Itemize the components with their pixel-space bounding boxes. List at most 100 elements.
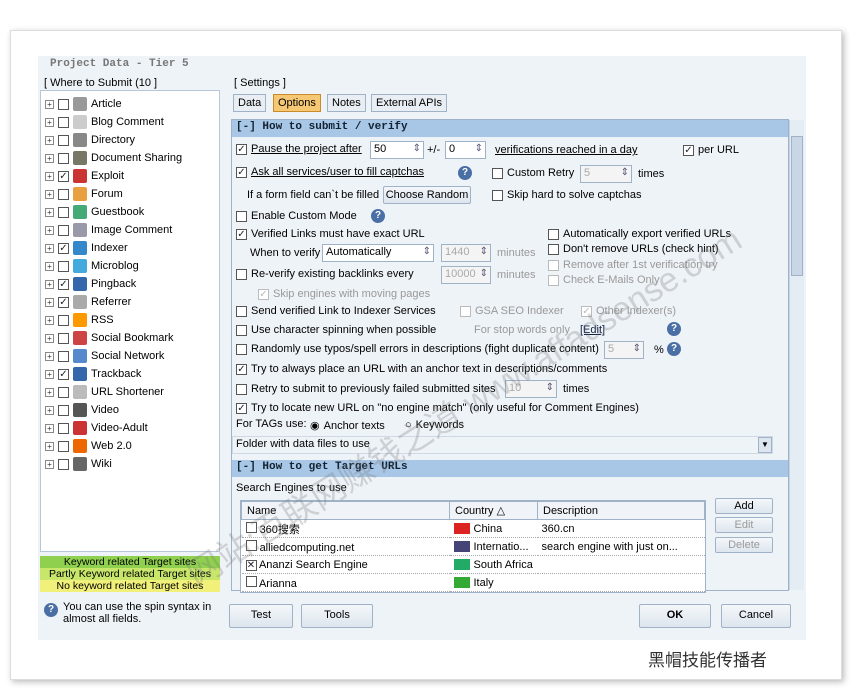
- where-to-submit-tree[interactable]: + Article + Blog Comment + Directory + Document…: [40, 90, 220, 552]
- tree-item[interactable]: + Web 2.0: [45, 437, 132, 455]
- item-checkbox[interactable]: [58, 206, 69, 218]
- add-button[interactable]: Add: [715, 498, 773, 514]
- typos-checkbox[interactable]: [236, 343, 247, 355]
- folder-dropdown-button[interactable]: ▼: [758, 437, 772, 453]
- verifications-link[interactable]: verifications reached in a day: [495, 144, 637, 156]
- table-row[interactable]: Arianna Italy: [241, 573, 705, 592]
- expand-icon[interactable]: +: [45, 207, 54, 217]
- test-button[interactable]: Test: [229, 604, 293, 628]
- tree-item[interactable]: + Document Sharing: [45, 149, 182, 167]
- help-icon[interactable]: ?: [371, 209, 385, 223]
- tree-item[interactable]: + ✓ Pingback: [45, 275, 136, 293]
- tree-item[interactable]: + URL Shortener: [45, 383, 164, 401]
- remove-after-checkbox[interactable]: [548, 259, 559, 271]
- delete-button[interactable]: Delete: [715, 537, 773, 553]
- reverify-minutes-spinner[interactable]: 10000: [441, 266, 491, 284]
- tree-item[interactable]: + Video: [45, 401, 119, 419]
- expand-icon[interactable]: +: [45, 261, 54, 271]
- tree-item[interactable]: + ✓ Referrer: [45, 293, 131, 311]
- reverify-checkbox[interactable]: [236, 268, 247, 280]
- expand-icon[interactable]: +: [45, 279, 54, 289]
- when-verify-select[interactable]: Automatically: [322, 244, 434, 262]
- help-icon[interactable]: ?: [667, 342, 681, 356]
- anchor-texts-radio[interactable]: ◉: [310, 419, 320, 432]
- item-checkbox[interactable]: [58, 152, 69, 164]
- tools-button[interactable]: Tools: [301, 604, 373, 628]
- item-checkbox[interactable]: ✓: [58, 170, 69, 182]
- expand-icon[interactable]: +: [45, 315, 54, 325]
- choose-random-button[interactable]: Choose Random: [383, 186, 471, 204]
- item-checkbox[interactable]: [58, 332, 69, 344]
- tree-item[interactable]: + ✓ Trackback: [45, 365, 141, 383]
- row-checkbox[interactable]: ✕: [245, 559, 257, 571]
- tree-item[interactable]: + Guestbook: [45, 203, 144, 221]
- expand-icon[interactable]: +: [45, 171, 54, 181]
- item-checkbox[interactable]: [58, 116, 69, 128]
- expand-icon[interactable]: +: [45, 117, 54, 127]
- custom-retry-checkbox[interactable]: [492, 167, 503, 179]
- section-target-header[interactable]: [-] How to get Target URLs: [232, 460, 788, 477]
- item-checkbox[interactable]: [58, 440, 69, 452]
- row-checkbox[interactable]: [245, 539, 257, 551]
- verify-minutes-spinner[interactable]: 1440: [441, 244, 491, 262]
- anchor-url-checkbox[interactable]: ✓: [236, 363, 247, 375]
- column-description[interactable]: Description: [537, 501, 705, 520]
- custom-retry-spinner[interactable]: 5: [580, 165, 632, 183]
- expand-icon[interactable]: +: [45, 243, 54, 253]
- tree-item[interactable]: + Image Comment: [45, 221, 172, 239]
- pause-variance-spinner[interactable]: 0: [445, 141, 486, 159]
- options-scrollbar[interactable]: [789, 120, 804, 590]
- item-checkbox[interactable]: [58, 458, 69, 470]
- item-checkbox[interactable]: [58, 260, 69, 272]
- search-engines-table[interactable]: Name Country △ Description 360搜索 China 360…: [240, 500, 706, 593]
- item-checkbox[interactable]: ✓: [58, 278, 69, 290]
- expand-icon[interactable]: +: [45, 441, 54, 451]
- expand-icon[interactable]: +: [45, 153, 54, 163]
- dont-remove-checkbox[interactable]: [548, 243, 559, 255]
- column-name[interactable]: Name: [241, 501, 450, 520]
- tab-notes[interactable]: Notes: [327, 94, 366, 112]
- folder-field[interactable]: Folder with data files to use: [232, 436, 773, 454]
- expand-icon[interactable]: +: [45, 189, 54, 199]
- gsa-indexer-checkbox[interactable]: [460, 305, 471, 317]
- item-checkbox[interactable]: [58, 314, 69, 326]
- tab-data[interactable]: Data: [233, 94, 267, 112]
- table-row[interactable]: ✕ Ananzi Search Engine South Africa: [241, 555, 705, 574]
- expand-icon[interactable]: +: [45, 99, 54, 109]
- send-indexer-checkbox[interactable]: [236, 305, 247, 317]
- typos-spinner[interactable]: 5: [604, 341, 644, 359]
- expand-icon[interactable]: +: [45, 387, 54, 397]
- table-row[interactable]: 360搜索 China 360.cn: [241, 519, 705, 538]
- item-checkbox[interactable]: [58, 350, 69, 362]
- tree-item[interactable]: + RSS: [45, 311, 114, 329]
- expand-icon[interactable]: +: [45, 459, 54, 469]
- item-checkbox[interactable]: [58, 224, 69, 236]
- tree-item[interactable]: + Forum: [45, 185, 123, 203]
- ok-button[interactable]: OK: [639, 604, 711, 628]
- item-checkbox[interactable]: [58, 386, 69, 398]
- item-checkbox[interactable]: ✓: [58, 242, 69, 254]
- auto-export-checkbox[interactable]: [548, 228, 559, 240]
- column-country[interactable]: Country △: [449, 501, 538, 520]
- item-checkbox[interactable]: [58, 98, 69, 110]
- expand-icon[interactable]: +: [45, 135, 54, 145]
- tree-item[interactable]: + ✓ Exploit: [45, 167, 124, 185]
- tree-item[interactable]: + Microblog: [45, 257, 139, 275]
- retry-failed-spinner[interactable]: 10: [505, 380, 557, 398]
- expand-icon[interactable]: +: [45, 405, 54, 415]
- item-checkbox[interactable]: [58, 188, 69, 200]
- tree-item[interactable]: + Blog Comment: [45, 113, 164, 131]
- expand-icon[interactable]: +: [45, 369, 54, 379]
- check-email-checkbox[interactable]: [548, 274, 559, 286]
- expand-icon[interactable]: +: [45, 423, 54, 433]
- custom-mode-checkbox[interactable]: [236, 210, 247, 222]
- keywords-radio[interactable]: ○: [405, 419, 412, 431]
- exact-url-checkbox[interactable]: ✓: [236, 228, 247, 240]
- item-checkbox[interactable]: [58, 422, 69, 434]
- locate-new-checkbox[interactable]: ✓: [236, 402, 247, 414]
- pause-value-spinner[interactable]: 50: [370, 141, 424, 159]
- pause-label[interactable]: Pause the project after: [251, 143, 362, 155]
- tree-item[interactable]: + Social Network: [45, 347, 164, 365]
- char-spin-checkbox[interactable]: [236, 324, 247, 336]
- item-checkbox[interactable]: [58, 134, 69, 146]
